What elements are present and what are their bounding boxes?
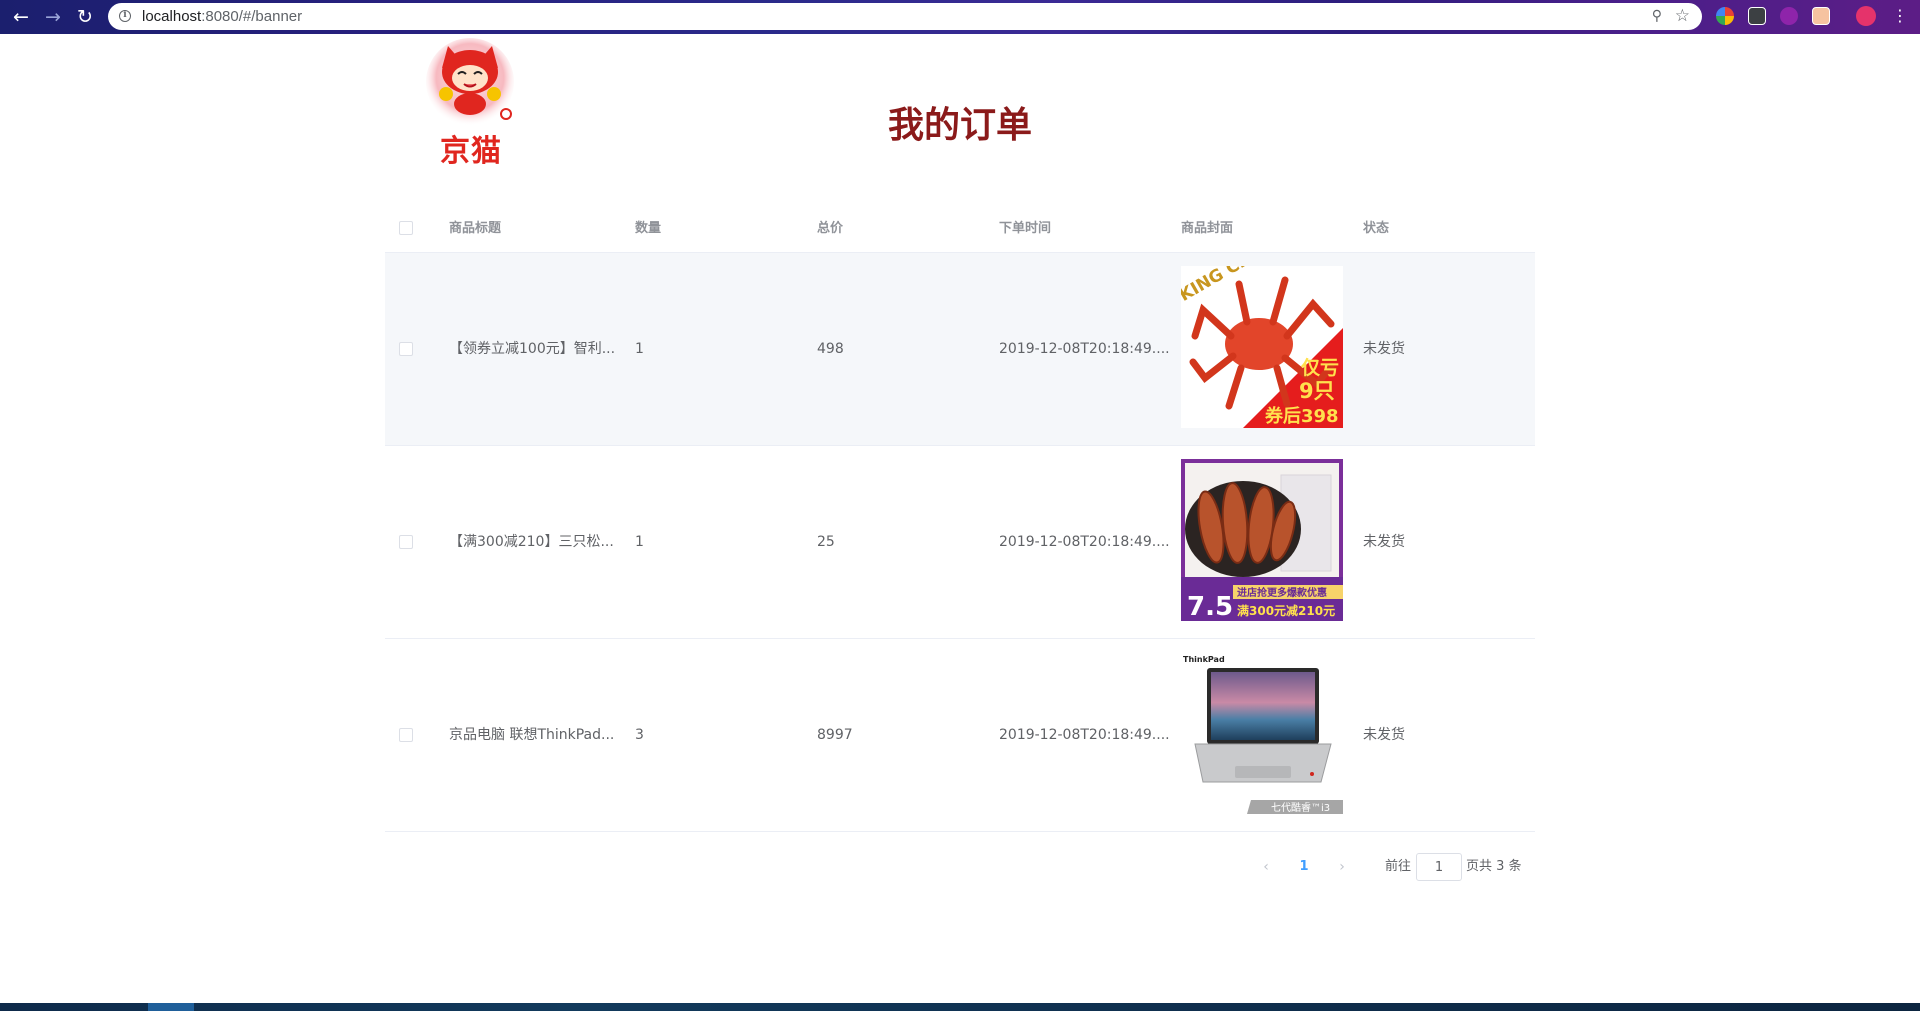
svg-text:7.5: 7.5: [1187, 592, 1233, 621]
column-header-cover[interactable]: 商品封面: [1181, 205, 1233, 252]
product-title: 京品电脑 联想ThinkPad...: [449, 727, 615, 743]
product-cover-image: ThinkPad 七代酷睿™i3: [1181, 652, 1343, 814]
order-time: 2019-12-08T20:18:49....: [999, 341, 1170, 357]
jump-label: 前往: [1385, 859, 1412, 874]
row-checkbox[interactable]: [399, 535, 413, 549]
column-header-quantity[interactable]: 数量: [635, 205, 661, 252]
svg-text:ThinkPad: ThinkPad: [1183, 655, 1225, 664]
row-checkbox[interactable]: [399, 728, 413, 742]
table-header: 商品标题 数量 总价 下单时间 商品封面 状态: [385, 205, 1535, 253]
total-price: 498: [817, 341, 844, 357]
product-title: 【满300减210】三只松...: [449, 534, 614, 550]
extension-icon[interactable]: [1780, 7, 1798, 25]
order-status: 未发货: [1363, 534, 1405, 550]
order-status: 未发货: [1363, 341, 1405, 357]
total-price: 25: [817, 534, 835, 550]
select-all-checkbox[interactable]: [399, 221, 413, 235]
logo-text: 京猫: [440, 134, 502, 169]
pagination: ‹ 1 › 前往 页共 3 条: [1256, 853, 1526, 881]
table-row[interactable]: 【领券立减100元】智利... 1 498 2019-12-08T20:18:4…: [385, 253, 1535, 446]
forward-icon[interactable]: →: [40, 4, 66, 30]
total-price: 8997: [817, 727, 853, 743]
reload-icon[interactable]: ↻: [72, 4, 98, 30]
product-cover-image: 7.5 进店抢更多爆款优惠 满300元减210元: [1181, 459, 1343, 621]
svg-text:仅亏: 仅亏: [1300, 357, 1339, 379]
column-header-status[interactable]: 状态: [1363, 205, 1389, 252]
svg-text:9只: 9只: [1299, 379, 1335, 403]
extension-icon[interactable]: [1716, 7, 1734, 25]
os-taskbar: [0, 1003, 1920, 1011]
product-cover-image: KING CRAB 仅亏 9只 券后398: [1181, 266, 1343, 428]
back-icon[interactable]: ←: [8, 4, 34, 30]
order-time: 2019-12-08T20:18:49....: [999, 727, 1170, 743]
quantity: 1: [635, 534, 644, 550]
key-icon[interactable]: ⚲: [1652, 8, 1662, 24]
profile-avatar[interactable]: [1856, 6, 1876, 26]
svg-text:满300元减210元: 满300元减210元: [1237, 603, 1335, 618]
column-header-order-time[interactable]: 下单时间: [999, 205, 1051, 252]
order-time: 2019-12-08T20:18:49....: [999, 534, 1170, 550]
bookmark-star-icon[interactable]: ☆: [1675, 6, 1690, 26]
column-header-title[interactable]: 商品标题: [449, 205, 501, 252]
svg-text:券后398: 券后398: [1264, 405, 1339, 427]
site-info-icon[interactable]: i: [119, 10, 131, 22]
prev-page-icon[interactable]: ‹: [1256, 853, 1276, 881]
page-number[interactable]: 1: [1294, 853, 1314, 881]
page-title: 我的订单: [887, 105, 1032, 146]
browser-menu-icon[interactable]: ⋮: [1892, 6, 1908, 25]
quantity: 3: [635, 727, 644, 743]
address-bar[interactable]: i localhost:8080/#/banner ⚲ ☆: [108, 3, 1702, 30]
svg-text:进店抢更多爆款优惠: 进店抢更多爆款优惠: [1237, 586, 1327, 599]
browser-toolbar: ← → ↻ i localhost:8080/#/banner ⚲ ☆ ⋮: [0, 0, 1920, 34]
total-count: 页共 3 条: [1466, 859, 1522, 874]
extension-icon[interactable]: [1812, 7, 1830, 25]
next-page-icon[interactable]: ›: [1332, 853, 1352, 881]
product-title: 【领券立减100元】智利...: [449, 341, 616, 357]
table-row[interactable]: 【满300减210】三只松... 1 25 2019-12-08T20:18:4…: [385, 446, 1535, 639]
row-checkbox[interactable]: [399, 342, 413, 356]
quantity: 1: [635, 341, 644, 357]
table-row[interactable]: 京品电脑 联想ThinkPad... 3 8997 2019-12-08T20:…: [385, 639, 1535, 832]
orders-table: 商品标题 数量 总价 下单时间 商品封面 状态 【领券立减100元】智利... …: [385, 205, 1535, 832]
extension-icon[interactable]: [1748, 7, 1766, 25]
svg-text:七代酷睿™i3: 七代酷睿™i3: [1271, 801, 1330, 814]
url-text[interactable]: localhost:8080/#/banner: [142, 3, 302, 30]
taskbar-active-app[interactable]: [148, 1003, 194, 1011]
order-status: 未发货: [1363, 727, 1405, 743]
column-header-total[interactable]: 总价: [817, 205, 843, 252]
page-jump-input[interactable]: [1416, 853, 1462, 881]
